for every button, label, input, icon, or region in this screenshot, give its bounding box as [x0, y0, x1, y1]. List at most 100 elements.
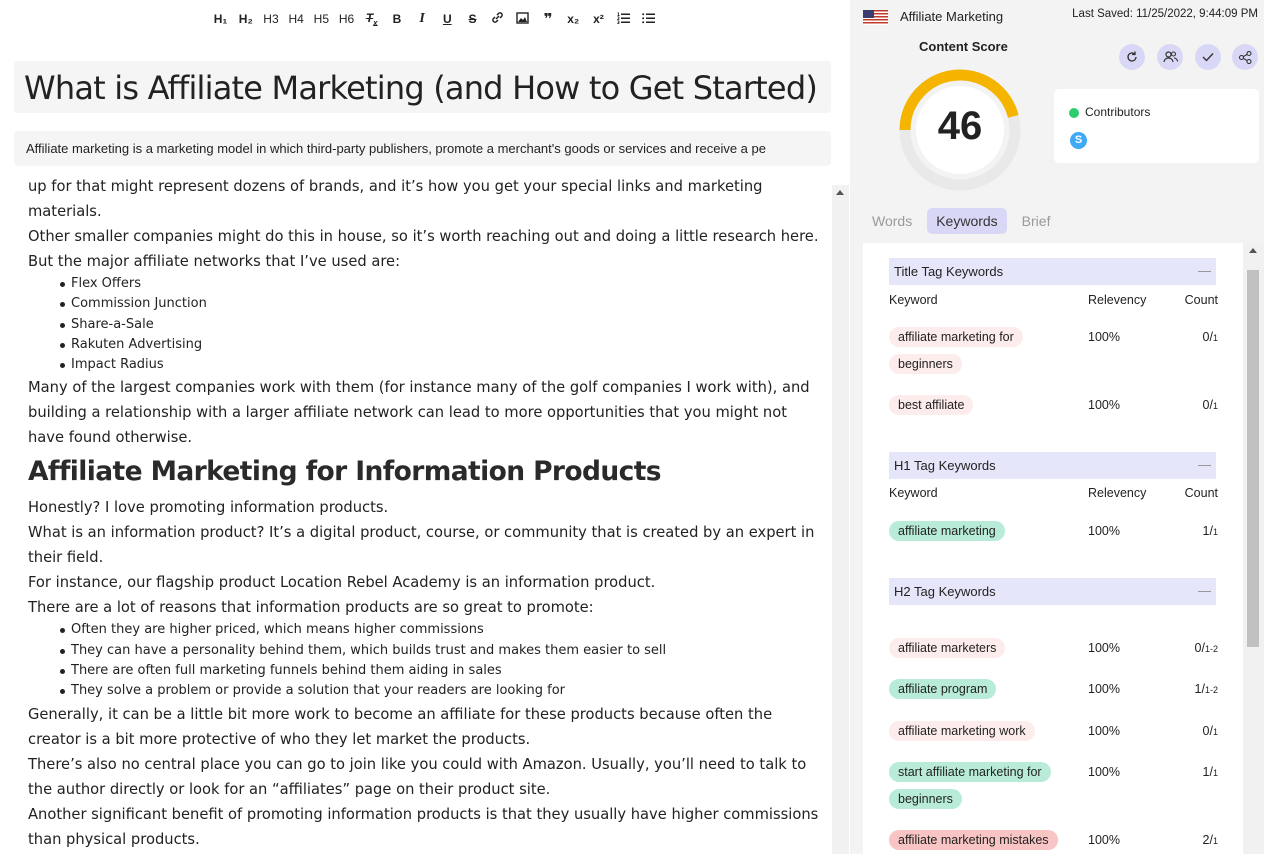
- strikethrough-button[interactable]: S: [460, 12, 485, 26]
- keyword-count: 0/1: [1202, 724, 1218, 738]
- refresh-button[interactable]: [1119, 44, 1145, 70]
- image-icon[interactable]: [510, 11, 535, 27]
- contributors-label: Contributors: [1085, 105, 1151, 119]
- share-users-button[interactable]: [1157, 44, 1183, 70]
- keyword-chip: start affiliate marketing for beginners: [889, 759, 1054, 813]
- meta-description-text: Affiliate marketing is a marketing model…: [26, 141, 766, 156]
- paragraph: What is an information product? It’s a d…: [28, 524, 815, 567]
- ordered-list-icon[interactable]: 123: [611, 12, 636, 27]
- check-icon: [1202, 53, 1214, 62]
- keyword-chip: affiliate program: [889, 676, 1054, 703]
- keyword-chip: affiliate marketing mistakes: [889, 827, 1089, 854]
- paragraph: Other smaller companies might do this in…: [28, 228, 819, 245]
- list-item: Rakuten Advertising: [60, 335, 823, 355]
- superscript-button[interactable]: x²: [586, 12, 611, 26]
- keyword-relevancy: 100%: [1088, 724, 1120, 738]
- collapse-icon[interactable]: [1198, 591, 1211, 592]
- heading5-button[interactable]: H5: [309, 12, 334, 26]
- list-item: They can have a personality behind them,…: [60, 641, 823, 661]
- collapse-icon[interactable]: [1198, 271, 1211, 272]
- content-score-label: Content Score: [919, 39, 1008, 54]
- keyword-column-header: Keyword: [889, 486, 938, 500]
- keyword-count: 0/1-2: [1194, 641, 1218, 655]
- editor-scrollbar[interactable]: [832, 185, 849, 854]
- h1-tag-section-header[interactable]: H1 Tag Keywords: [889, 452, 1216, 479]
- clear-format-icon[interactable]: Tx: [359, 11, 384, 27]
- section-title: Title Tag Keywords: [894, 264, 1004, 279]
- section-title: H2 Tag Keywords: [894, 584, 996, 599]
- relevancy-column-header: Relevency: [1088, 293, 1147, 307]
- tab-keywords[interactable]: Keywords: [927, 208, 1007, 234]
- reasons-list: Often they are higher priced, which mean…: [28, 620, 823, 701]
- bullet-list-icon[interactable]: [636, 12, 661, 27]
- content-score-value: 46: [937, 104, 983, 148]
- paragraph: Another significant benefit of promoting…: [28, 805, 819, 848]
- seo-sidebar: Affiliate Marketing Last Saved: 11/25/20…: [850, 0, 1264, 854]
- keyword-chip: best affiliate: [889, 392, 1054, 419]
- keyword-count: 1/1: [1202, 524, 1218, 538]
- heading2-button[interactable]: H₂: [233, 12, 258, 26]
- keywords-scrollbar[interactable]: [1243, 243, 1264, 854]
- title-tag-section-header[interactable]: Title Tag Keywords: [889, 258, 1216, 285]
- keyword-count: 0/1: [1202, 398, 1218, 412]
- keyword-relevancy: 100%: [1088, 524, 1120, 538]
- title-text: What is Affiliate Marketing (and How to …: [24, 69, 818, 107]
- share-icon: [1238, 50, 1252, 64]
- list-item: Share-a-Sale: [60, 315, 823, 335]
- keyword-count: 0/1: [1202, 330, 1218, 344]
- online-status-dot: [1069, 108, 1079, 118]
- keyword-count: 1/1: [1202, 765, 1218, 779]
- list-item: They solve a problem or provide a soluti…: [60, 681, 823, 701]
- keyword-relevancy: 100%: [1088, 641, 1120, 655]
- keyword-chip: affiliate marketing: [889, 518, 1054, 545]
- keyword-count: 1/1-2: [1194, 682, 1218, 696]
- underline-button[interactable]: U: [435, 12, 460, 26]
- section-title: H1 Tag Keywords: [894, 458, 996, 473]
- list-item: Flex Offers: [60, 274, 823, 294]
- quote-icon[interactable]: ❞: [535, 10, 560, 28]
- contributors-card: Contributors S: [1054, 89, 1259, 163]
- heading3-button[interactable]: H3: [258, 12, 283, 26]
- subscript-button[interactable]: x₂: [561, 12, 586, 26]
- keyword-chip: affiliate marketing work: [889, 718, 1054, 745]
- scroll-up-arrow-icon[interactable]: [1249, 248, 1257, 253]
- heading1-button[interactable]: H₁: [208, 12, 233, 26]
- keyword-chip: affiliate marketers: [889, 635, 1054, 662]
- heading4-button[interactable]: H4: [284, 12, 309, 26]
- scroll-thumb[interactable]: [1247, 270, 1259, 647]
- last-saved-status: Last Saved: 11/25/2022, 9:44:09 PM: [1072, 8, 1258, 20]
- tab-words[interactable]: Words: [863, 208, 921, 234]
- paragraph: There’s also no central place you can go…: [28, 755, 807, 798]
- collapse-icon[interactable]: [1198, 465, 1211, 466]
- formatting-toolbar: H₁ H₂ H3 H4 H5 H6 Tx B I U S ❞ x₂ x² 123: [208, 8, 661, 30]
- users-icon: [1162, 51, 1178, 63]
- refresh-icon: [1127, 51, 1137, 62]
- share-button[interactable]: [1232, 44, 1258, 70]
- sidebar-tabs: Words Keywords Brief: [863, 208, 1065, 234]
- title-input[interactable]: What is Affiliate Marketing (and How to …: [14, 61, 831, 113]
- keyword-relevancy: 100%: [1088, 682, 1120, 696]
- keyword-relevancy: 100%: [1088, 398, 1120, 412]
- link-icon[interactable]: [485, 11, 510, 27]
- paragraph: But the major affiliate networks that I’…: [28, 253, 401, 270]
- tab-brief[interactable]: Brief: [1013, 208, 1060, 234]
- paragraph: There are a lot of reasons that informat…: [28, 599, 594, 617]
- list-item: Commission Junction: [60, 294, 823, 314]
- italic-button[interactable]: I: [410, 11, 435, 27]
- keyword-relevancy: 100%: [1088, 765, 1120, 779]
- mark-complete-button[interactable]: [1195, 44, 1221, 70]
- paragraph: Many of the largest companies work with …: [28, 379, 810, 447]
- meta-description-input[interactable]: Affiliate marketing is a marketing model…: [14, 131, 831, 166]
- content-editor[interactable]: up for that might represent dozens of br…: [0, 172, 832, 854]
- editor-pane: H₁ H₂ H3 H4 H5 H6 Tx B I U S ❞ x₂ x² 123…: [0, 0, 850, 854]
- avatar[interactable]: S: [1070, 132, 1087, 149]
- svg-text:3: 3: [617, 20, 620, 24]
- bold-button[interactable]: B: [384, 12, 409, 26]
- content-body: up for that might represent dozens of br…: [28, 172, 823, 852]
- keyword-count: 2/1: [1202, 833, 1218, 847]
- scroll-up-arrow-icon[interactable]: [836, 190, 844, 195]
- keyword-column-header: Keyword: [889, 293, 938, 307]
- networks-list: Flex Offers Commission Junction Share-a-…: [28, 274, 823, 375]
- heading6-button[interactable]: H6: [334, 12, 359, 26]
- h2-tag-section-header[interactable]: H2 Tag Keywords: [889, 578, 1216, 605]
